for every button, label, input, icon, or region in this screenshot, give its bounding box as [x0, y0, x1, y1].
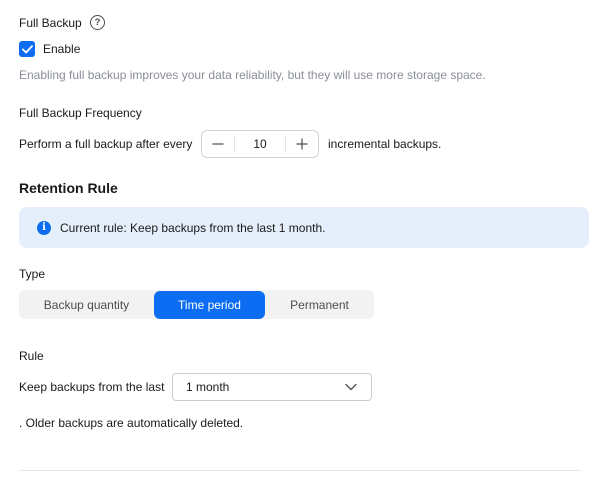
enable-checkbox[interactable]: [19, 41, 35, 57]
retention-period-value: 1 month: [186, 380, 230, 394]
rule-prefix: Keep backups from the last: [19, 380, 165, 394]
minus-icon: [212, 143, 224, 145]
increment-button[interactable]: [286, 131, 318, 157]
enable-label[interactable]: Enable: [43, 41, 80, 57]
plus-icon: [296, 138, 308, 150]
current-rule-banner: i Current rule: Keep backups from the la…: [19, 207, 589, 248]
checkmark-icon: [21, 44, 33, 53]
type-label: Type: [19, 267, 46, 281]
frequency-value[interactable]: 10: [234, 136, 286, 152]
frequency-title: Full Backup Frequency: [19, 106, 142, 120]
info-icon: i: [37, 220, 51, 235]
full-backup-description: Enabling full backup improves your data …: [19, 68, 486, 82]
decrement-button[interactable]: [202, 131, 234, 157]
retention-rule-title: Retention Rule: [19, 180, 118, 196]
type-option-time-period[interactable]: Time period: [154, 290, 265, 319]
frequency-prefix: Perform a full backup after every: [19, 137, 193, 151]
frequency-stepper: 10: [201, 130, 319, 158]
type-segmented-control: Backup quantity Time period Permanent: [19, 290, 374, 319]
rule-suffix: . Older backups are automatically delete…: [19, 416, 244, 430]
type-option-permanent[interactable]: Permanent: [265, 291, 374, 319]
full-backup-title: Full Backup: [19, 16, 82, 30]
question-circle-icon[interactable]: ?: [90, 15, 105, 30]
rule-label: Rule: [19, 349, 44, 363]
chevron-down-icon: [345, 383, 357, 391]
retention-period-select[interactable]: 1 month: [172, 373, 372, 401]
type-option-backup-quantity[interactable]: Backup quantity: [19, 291, 154, 319]
current-rule-text: Current rule: Keep backups from the last…: [60, 220, 326, 235]
divider: [19, 470, 581, 471]
frequency-suffix: incremental backups.: [328, 137, 442, 151]
